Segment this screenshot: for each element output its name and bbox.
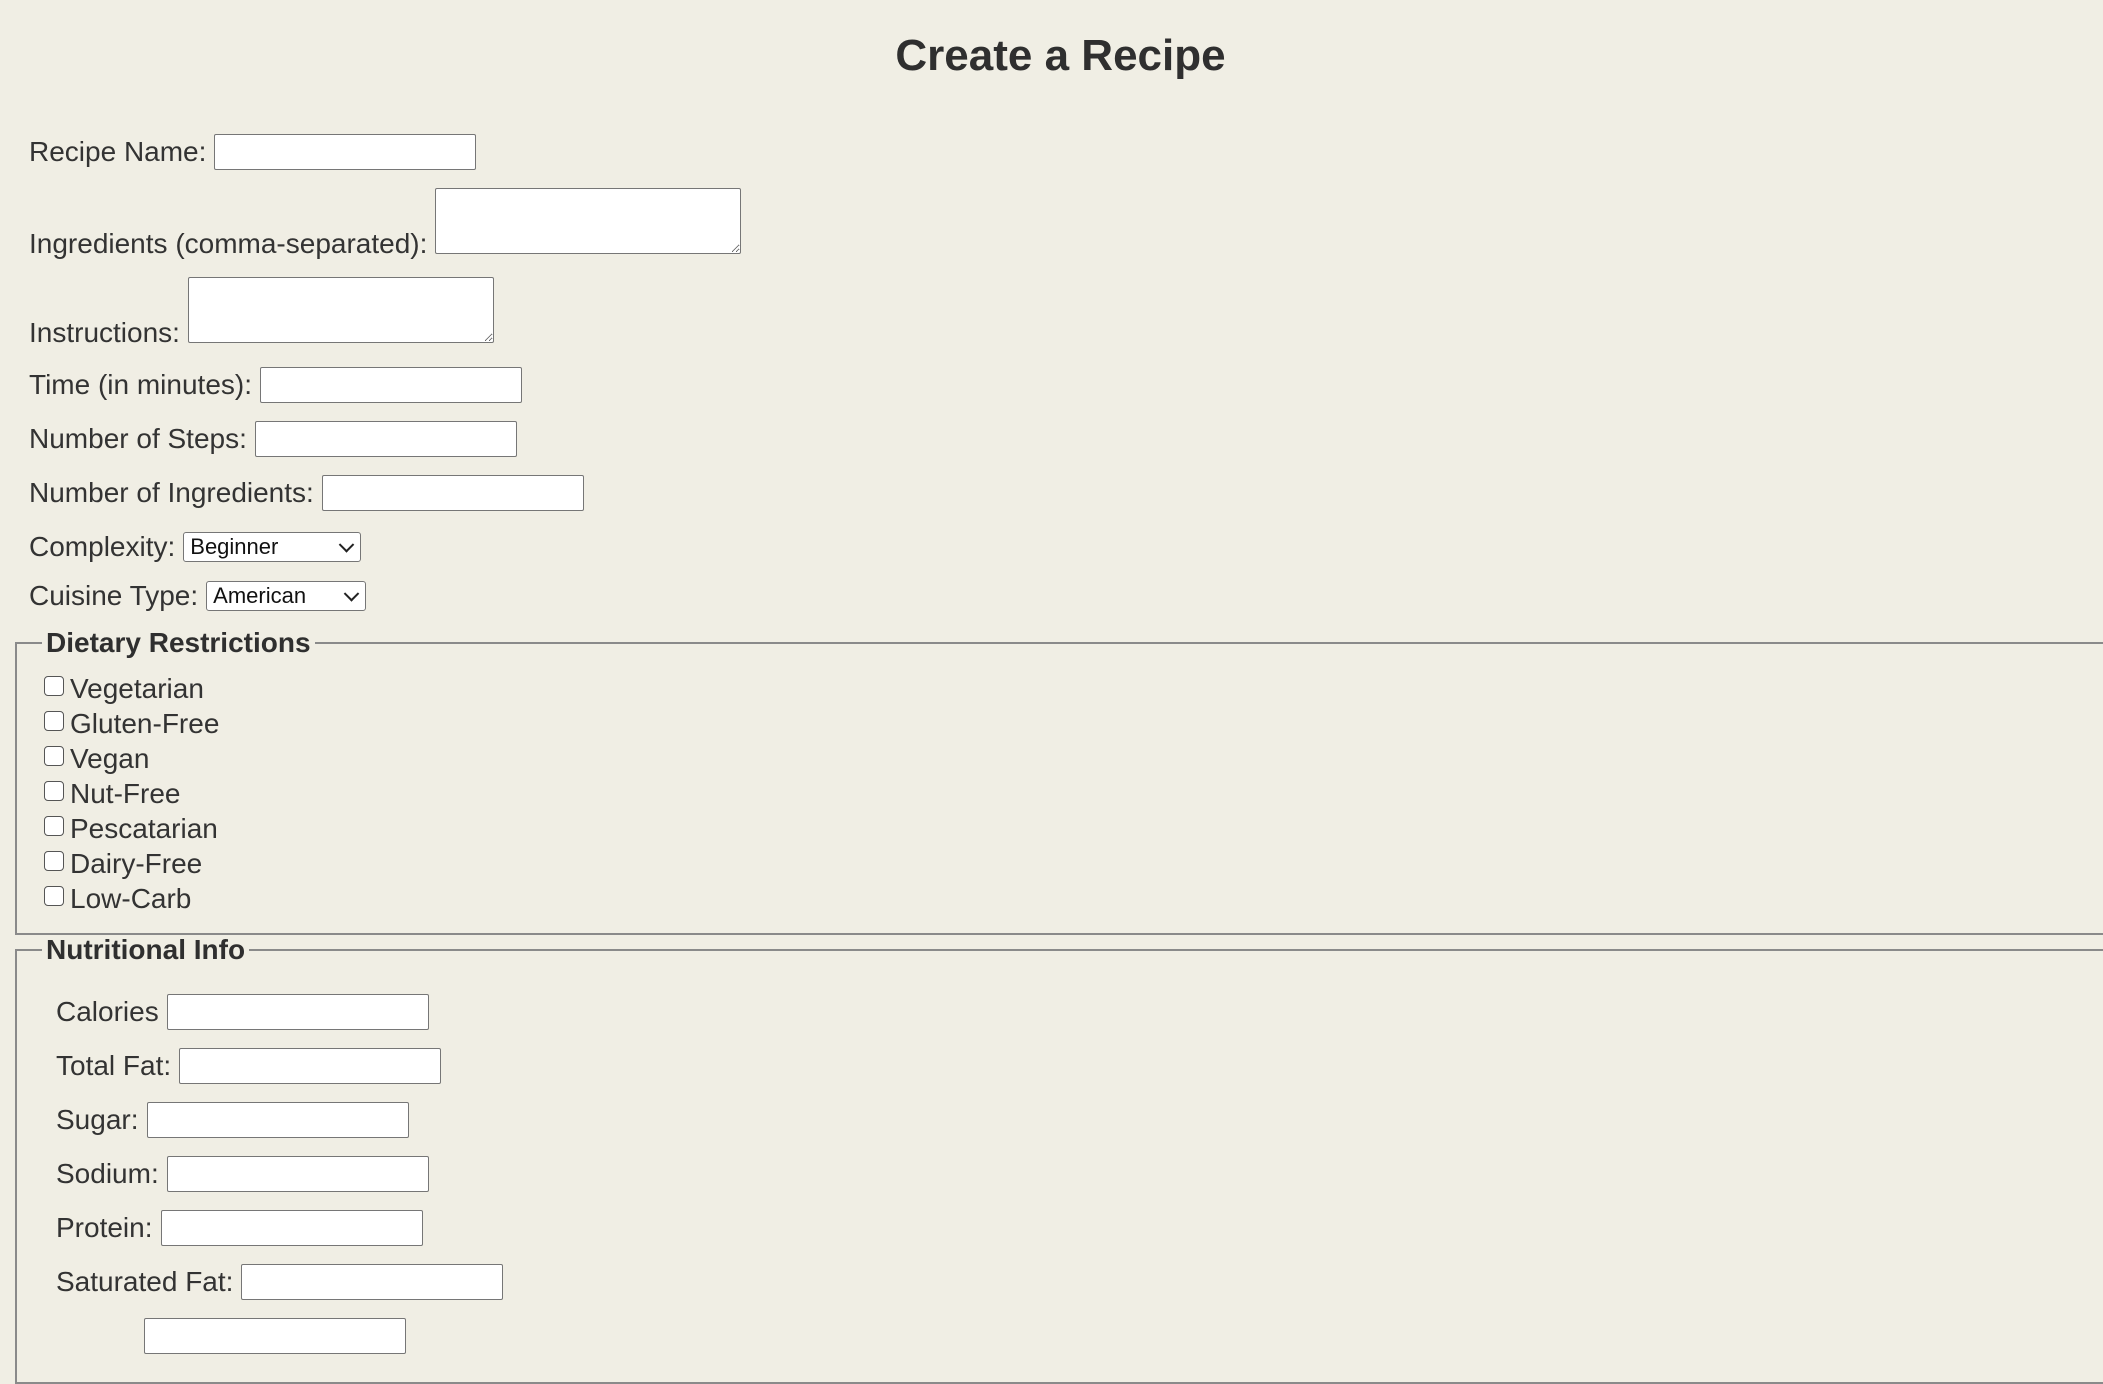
checkbox[interactable] xyxy=(44,886,64,906)
checkbox[interactable] xyxy=(44,816,64,836)
ingredients-label: Ingredients (comma-separated): xyxy=(29,228,428,259)
num-ingredients-row: Number of Ingredients: xyxy=(29,475,584,511)
nutrition-row-cut-off xyxy=(56,1318,406,1354)
complexity-label: Complexity: xyxy=(29,531,176,562)
saturated-fat-label: Saturated Fat: xyxy=(56,1266,234,1297)
instructions-row: Instructions: xyxy=(29,277,494,348)
instructions-label: Instructions: xyxy=(29,317,180,348)
page-title: Create a Recipe xyxy=(895,31,1226,80)
chevron-down-icon xyxy=(343,586,360,602)
time-row: Time (in minutes): xyxy=(29,367,523,403)
cuisine-label: Cuisine Type: xyxy=(29,580,199,611)
num-ingredients-label: Number of Ingredients: xyxy=(29,477,314,508)
chevron-down-icon xyxy=(338,537,355,553)
instructions-textarea[interactable] xyxy=(187,277,494,343)
dietary-option-low-carb[interactable]: Low-Carb xyxy=(44,883,191,915)
checkbox[interactable] xyxy=(44,781,64,801)
dietary-option-label: Gluten-Free xyxy=(70,708,220,739)
dietary-legend: Dietary Restrictions xyxy=(46,627,311,658)
nutrition-row-protein: Protein: xyxy=(56,1210,423,1246)
ingredients-textarea[interactable] xyxy=(435,188,742,254)
checkbox[interactable] xyxy=(44,746,64,766)
dietary-fieldset: Dietary Restrictions xyxy=(15,627,2103,935)
dietary-option-pescatarian[interactable]: Pescatarian xyxy=(44,813,218,845)
dietary-option-label: Pescatarian xyxy=(70,813,218,844)
nutrition-legend: Nutritional Info xyxy=(46,934,246,965)
protein-label: Protein: xyxy=(56,1212,153,1243)
steps-label: Number of Steps: xyxy=(29,423,247,454)
complexity-selected-value: Beginner xyxy=(190,534,279,559)
cuisine-row: Cuisine Type: American xyxy=(29,580,367,612)
complexity-select[interactable]: Beginner xyxy=(183,532,362,562)
sugar-input[interactable] xyxy=(146,1102,409,1138)
dietary-option-vegetarian[interactable]: Vegetarian xyxy=(44,673,204,705)
dietary-option-label: Nut-Free xyxy=(70,778,181,809)
dietary-option-dairy-free[interactable]: Dairy-Free xyxy=(44,848,202,880)
saturated-fat-input[interactable] xyxy=(241,1264,504,1300)
dietary-option-label: Vegetarian xyxy=(70,673,204,704)
time-input[interactable] xyxy=(260,367,523,403)
cuisine-selected-value: American xyxy=(213,583,307,608)
total-fat-input[interactable] xyxy=(179,1048,442,1084)
recipe-name-input[interactable] xyxy=(214,134,477,170)
calories-input[interactable] xyxy=(166,994,429,1030)
sugar-label: Sugar: xyxy=(56,1104,139,1135)
time-label: Time (in minutes): xyxy=(29,369,253,400)
recipe-name-label: Recipe Name: xyxy=(29,136,207,167)
checkbox[interactable] xyxy=(44,851,64,871)
dietary-option-nut-free[interactable]: Nut-Free xyxy=(44,778,180,810)
protein-input[interactable] xyxy=(160,1210,423,1246)
dietary-option-label: Vegan xyxy=(70,743,150,774)
dietary-option-gluten-free[interactable]: Gluten-Free xyxy=(44,708,219,740)
dietary-option-label: Dairy-Free xyxy=(70,848,203,879)
recipe-name-row: Recipe Name: xyxy=(29,134,477,170)
nutrition-row-saturated-fat: Saturated Fat: xyxy=(56,1264,504,1300)
calories-label: Calories xyxy=(56,996,159,1027)
nutrition-row-sugar: Sugar: xyxy=(56,1102,409,1138)
sodium-label: Sodium: xyxy=(56,1158,159,1189)
sodium-input[interactable] xyxy=(166,1156,429,1192)
nutrition-row-total-fat: Total Fat: xyxy=(56,1048,442,1084)
ingredients-row: Ingredients (comma-separated): xyxy=(29,188,742,259)
checkbox[interactable] xyxy=(44,676,64,696)
nutrition-row-calories: Calories xyxy=(56,994,429,1030)
cuisine-select[interactable]: American xyxy=(206,581,367,611)
steps-input[interactable] xyxy=(254,421,517,457)
checkbox[interactable] xyxy=(44,711,64,731)
nutrition-row-sodium: Sodium: xyxy=(56,1156,429,1192)
steps-row: Number of Steps: xyxy=(29,421,517,457)
dietary-option-label: Low-Carb xyxy=(70,883,192,914)
dietary-option-vegan[interactable]: Vegan xyxy=(44,743,149,775)
num-ingredients-input[interactable] xyxy=(321,475,584,511)
total-fat-label: Total Fat: xyxy=(56,1050,172,1081)
cut-off-input[interactable] xyxy=(144,1318,406,1354)
complexity-row: Complexity: Beginner xyxy=(29,531,362,563)
